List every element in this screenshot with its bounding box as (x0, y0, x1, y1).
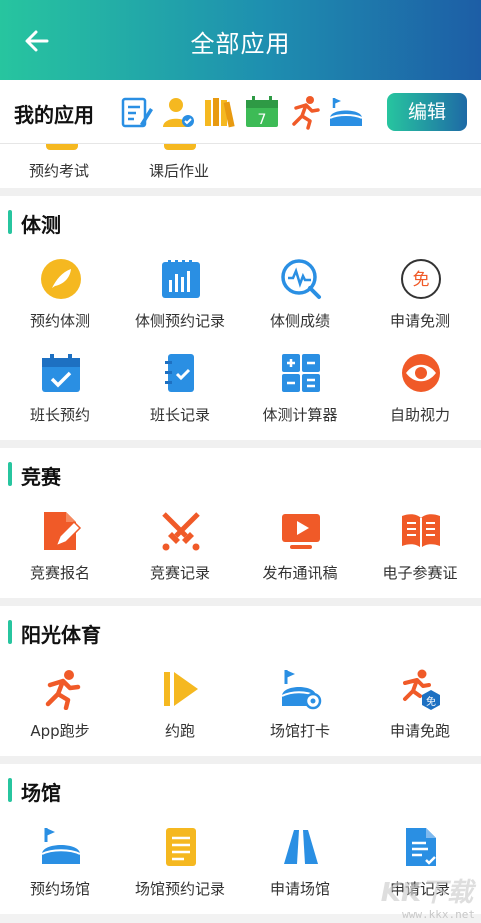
notebook-icon (165, 354, 194, 392)
exam-icon[interactable] (118, 94, 154, 130)
calendar-icon[interactable]: 7 (244, 94, 280, 130)
stadium-icon (41, 828, 81, 864)
app-label: 班长预约 (29, 406, 90, 424)
app-label: 体测计算器 (262, 406, 338, 424)
app-competition-signup[interactable]: 竞赛报名 (0, 498, 120, 592)
homework-partial-icon (164, 144, 196, 150)
app-label: 竞赛报名 (29, 564, 90, 582)
app-label: 申请免测 (389, 312, 450, 330)
partial-item-label[interactable]: 预约考试 (29, 160, 89, 181)
section-physical-test: 体测 预约体测 体侧预约记录 体侧成绩 免 申请免测 班长预约 班长记录 体测计… (0, 196, 481, 440)
exempt-icon: 免 (401, 259, 441, 299)
open-book-icon (402, 514, 440, 548)
app-venue-checkin[interactable]: 场馆打卡 (240, 656, 360, 750)
quill-icon (41, 259, 81, 299)
app-label: 发布通讯稿 (262, 564, 338, 582)
section-header: 竞赛 (0, 448, 481, 498)
my-apps-icons: 7 (118, 94, 364, 130)
app-monitor-record[interactable]: 班长记录 (120, 340, 240, 434)
app-label: 电子参赛证 (382, 564, 458, 582)
app-header: 全部应用 (0, 0, 481, 80)
section-divider (0, 756, 481, 764)
edit-doc-icon (44, 512, 82, 550)
eye-icon (402, 354, 440, 392)
svg-text:免: 免 (413, 270, 430, 290)
app-label: 班长记录 (149, 406, 210, 424)
app-monitor-reservation[interactable]: 班长预约 (0, 340, 120, 434)
app-running[interactable]: App跑步 (0, 656, 120, 750)
my-apps-bar: 我的应用 7 编辑 (0, 80, 481, 144)
partial-item-label[interactable]: 课后作业 (149, 160, 209, 181)
section-header: 体测 (0, 196, 481, 246)
calculator-icon (282, 354, 320, 392)
app-competition-record[interactable]: 竞赛记录 (120, 498, 240, 592)
app-label: 竞赛记录 (149, 564, 210, 582)
app-publish-news[interactable]: 发布通讯稿 (240, 498, 360, 592)
section-sunshine-sports: 阳光体育 App跑步 约跑 场馆打卡 免 申请免跑 (0, 606, 481, 756)
crossed-swords-icon (162, 512, 200, 551)
section-divider (0, 188, 481, 196)
section-title: 场馆 (21, 781, 61, 805)
section-title: 竞赛 (21, 465, 61, 489)
play-screen-icon (282, 514, 320, 549)
section-header: 场馆 (0, 764, 481, 814)
user-check-icon[interactable] (160, 94, 196, 130)
app-label: 场馆打卡 (269, 722, 330, 740)
app-label: 申请场馆 (269, 880, 330, 898)
fast-forward-icon (164, 672, 198, 706)
app-label: 约跑 (164, 722, 195, 740)
stadium-icon[interactable] (328, 94, 364, 130)
runner-exempt-icon: 免 (403, 669, 440, 710)
app-label: 体侧预约记录 (134, 312, 225, 330)
section-accent-bar (8, 778, 12, 802)
app-label: 体侧成绩 (269, 312, 330, 330)
app-reserve-venue[interactable]: 预约场馆 (0, 814, 120, 908)
section-accent-bar (8, 620, 12, 644)
exam-partial-icon (46, 144, 78, 150)
app-test-scores[interactable]: 体侧成绩 (240, 246, 360, 340)
books-icon[interactable] (202, 94, 238, 130)
section-header: 阳光体育 (0, 606, 481, 656)
section-divider (0, 440, 481, 448)
calendar-day: 7 (258, 112, 267, 128)
section-title: 体测 (21, 213, 61, 237)
app-self-vision[interactable]: 自助视力 (360, 340, 480, 434)
app-label: App跑步 (30, 722, 90, 740)
app-apply-run-exemption[interactable]: 免 申请免跑 (360, 656, 480, 750)
section-accent-bar (8, 210, 12, 234)
my-apps-partial-row: 预约考试 课后作业 (0, 144, 481, 188)
list-doc-icon (166, 828, 196, 866)
runner-icon (45, 670, 81, 710)
svg-text:免: 免 (426, 695, 436, 708)
app-test-calculator[interactable]: 体测计算器 (240, 340, 360, 434)
app-apply-venue[interactable]: 申请场馆 (240, 814, 360, 908)
section-title: 阳光体育 (21, 623, 101, 647)
app-label: 自助视力 (389, 406, 450, 424)
app-test-reservation-record[interactable]: 体侧预约记录 (120, 246, 240, 340)
app-reserve-test[interactable]: 预约体测 (0, 246, 120, 340)
calendar-check-icon (42, 354, 80, 392)
my-apps-label: 我的应用 (14, 103, 94, 127)
section-accent-bar (8, 462, 12, 486)
app-run-date[interactable]: 约跑 (120, 656, 240, 750)
stadium-pin-icon (281, 670, 322, 710)
watermark-logo: KK下载 (380, 878, 473, 908)
app-venue-reservation-record[interactable]: 场馆预约记录 (120, 814, 240, 908)
runner-icon[interactable] (286, 94, 322, 130)
pulse-search-icon (281, 259, 321, 299)
watermark-url: www.kkx.net (402, 908, 475, 921)
app-label: 预约体测 (29, 312, 90, 330)
road-icon (284, 830, 318, 864)
app-e-participation-card[interactable]: 电子参赛证 (360, 498, 480, 592)
app-label: 申请免跑 (389, 722, 450, 740)
app-apply-exemption[interactable]: 免 申请免测 (360, 246, 480, 340)
doc-check-icon (406, 828, 436, 866)
page-title: 全部应用 (190, 30, 291, 58)
section-divider (0, 598, 481, 606)
bar-chart-icon (162, 260, 200, 298)
edit-button[interactable]: 编辑 (387, 93, 467, 131)
section-competition: 竞赛 竞赛报名 竞赛记录 发布通讯稿 电子参赛证 (0, 448, 481, 598)
app-label: 场馆预约记录 (134, 880, 225, 898)
app-label: 预约场馆 (29, 880, 90, 898)
